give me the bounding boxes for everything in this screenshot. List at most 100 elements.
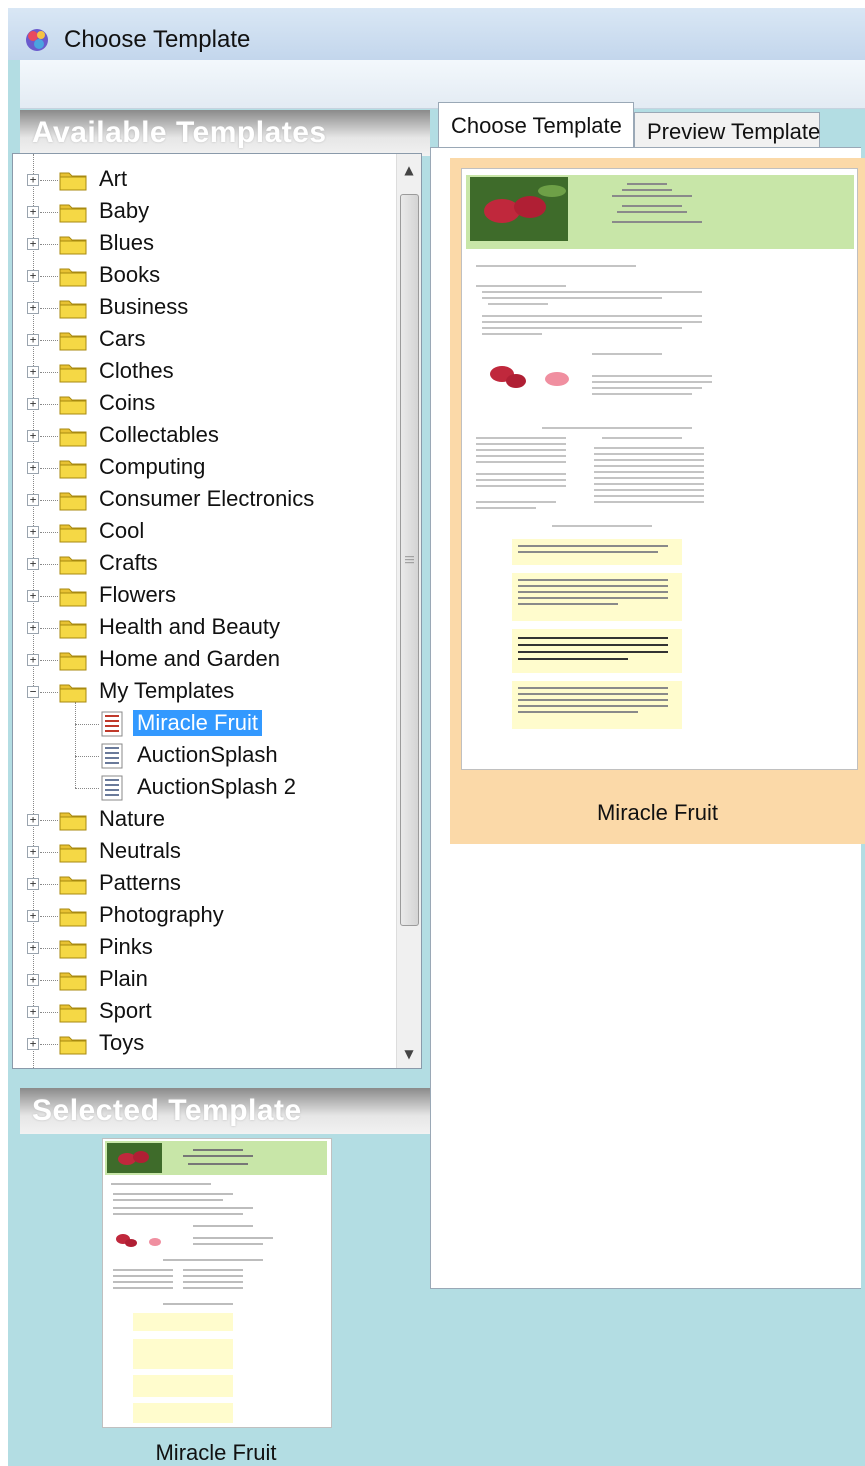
tree-folder[interactable]: + Flowers: [13, 580, 393, 612]
tree-folder[interactable]: + Baby: [13, 196, 393, 228]
tree-folder[interactable]: + Health and Beauty: [13, 612, 393, 644]
tree-folder[interactable]: + Cars: [13, 324, 393, 356]
folder-icon: [59, 553, 87, 575]
selected-template-caption: Miracle Fruit: [155, 1440, 277, 1465]
expand-icon[interactable]: +: [27, 974, 39, 986]
tree-folder[interactable]: + Neutrals: [13, 836, 393, 868]
window-title: Choose Template: [64, 26, 251, 53]
tree-template-item[interactable]: AuctionSplash: [13, 740, 393, 772]
tree-folder[interactable]: + Plain: [13, 964, 393, 996]
expand-icon[interactable]: +: [27, 302, 39, 314]
template-card-preview[interactable]: [461, 168, 858, 770]
tree-folder-label: Photography: [99, 902, 224, 927]
template-document-icon: [101, 775, 123, 801]
tree-connector: [40, 1044, 58, 1045]
tree-folder[interactable]: + Pinks: [13, 932, 393, 964]
tree-scrollbar[interactable]: ▲ — — — ▼: [396, 154, 421, 1068]
folder-icon: [59, 425, 87, 447]
folder-icon: [59, 201, 87, 223]
tree-folder[interactable]: + Coins: [13, 388, 393, 420]
tree-folder-label: Home and Garden: [99, 646, 280, 671]
tree-connector: [40, 532, 58, 533]
tab-preview-template[interactable]: Preview Template: [634, 112, 820, 148]
expand-icon[interactable]: +: [27, 654, 39, 666]
tree-folder-label: Toys: [99, 1030, 145, 1055]
tree-folder[interactable]: + Computing: [13, 452, 393, 484]
folder-icon: [59, 457, 87, 479]
folder-icon: [59, 873, 87, 895]
tree-connector: [40, 372, 58, 373]
scroll-thumb[interactable]: — — —: [400, 194, 419, 926]
expand-icon[interactable]: +: [27, 622, 39, 634]
expand-icon[interactable]: +: [27, 430, 39, 442]
expand-icon[interactable]: +: [27, 878, 39, 890]
tree-connector: [40, 852, 58, 853]
tree-folder-label: Books: [99, 262, 161, 287]
tree-folder[interactable]: + Sport: [13, 996, 393, 1028]
tree-template-item[interactable]: AuctionSplash 2: [13, 772, 393, 804]
tree-folder[interactable]: + Nature: [13, 804, 393, 836]
tree-folder-label: Crafts: [99, 550, 158, 575]
expand-icon[interactable]: +: [27, 366, 39, 378]
tree-template-item[interactable]: Miracle Fruit: [13, 708, 393, 740]
tree-folder[interactable]: + Crafts: [13, 548, 393, 580]
tree-folder[interactable]: + Toys: [13, 1028, 393, 1060]
tree-folder-label: Flowers: [99, 582, 177, 607]
expand-icon[interactable]: +: [27, 206, 39, 218]
expand-icon[interactable]: +: [27, 814, 39, 826]
tree-connector: [40, 884, 58, 885]
tree-folder[interactable]: + Blues: [13, 228, 393, 260]
collapse-icon[interactable]: −: [27, 686, 39, 698]
tree-folder-label: Pinks: [99, 934, 153, 959]
expand-icon[interactable]: +: [27, 942, 39, 954]
tree-folder[interactable]: + Books: [13, 260, 393, 292]
expand-icon[interactable]: +: [27, 846, 39, 858]
tree-folder[interactable]: + Collectables: [13, 420, 393, 452]
tree-folder[interactable]: + Consumer Electronics: [13, 484, 393, 516]
available-templates-title: Available Templates: [32, 116, 327, 149]
tree-folder[interactable]: + Photography: [13, 900, 393, 932]
tree-folder[interactable]: + Business: [13, 292, 393, 324]
tree-folder[interactable]: + Home and Garden: [13, 644, 393, 676]
expand-icon[interactable]: +: [27, 398, 39, 410]
tree-folder[interactable]: − My Templates: [13, 676, 393, 708]
tree-connector: [40, 628, 58, 629]
tree-connector: [40, 436, 58, 437]
expand-icon[interactable]: +: [27, 174, 39, 186]
template-tree[interactable]: ▲ — — — ▼ + Art + Baby + Blues + Books + Business + C…: [12, 153, 422, 1069]
expand-icon[interactable]: +: [27, 558, 39, 570]
expand-icon[interactable]: +: [27, 526, 39, 538]
tree-folder[interactable]: + Patterns: [13, 868, 393, 900]
expand-icon[interactable]: +: [27, 238, 39, 250]
tree-folder-label: Baby: [99, 198, 150, 223]
folder-icon: [59, 489, 87, 511]
folder-icon: [59, 617, 87, 639]
expand-icon[interactable]: +: [27, 910, 39, 922]
tree-connector: [40, 980, 58, 981]
tree-folder[interactable]: + Cool: [13, 516, 393, 548]
folder-icon: [59, 681, 87, 703]
expand-icon[interactable]: +: [27, 334, 39, 346]
folder-icon: [59, 585, 87, 607]
expand-icon[interactable]: +: [27, 590, 39, 602]
selected-template-header: Selected Template: [20, 1088, 430, 1134]
tree-folder-label: Nature: [99, 806, 166, 831]
tree-connector: [40, 468, 58, 469]
tree-connector: [75, 788, 99, 789]
folder-icon: [59, 1001, 87, 1023]
tree-template-label: Miracle Fruit: [133, 710, 263, 736]
tree-folder[interactable]: + Clothes: [13, 356, 393, 388]
expand-icon[interactable]: +: [27, 1038, 39, 1050]
folder-icon: [59, 521, 87, 543]
expand-icon[interactable]: +: [27, 462, 39, 474]
expand-icon[interactable]: +: [27, 1006, 39, 1018]
scroll-up-arrow-icon[interactable]: ▲: [397, 158, 421, 182]
expand-icon[interactable]: +: [27, 270, 39, 282]
tree-folder[interactable]: + Art: [13, 164, 393, 196]
tab-choose-template[interactable]: Choose Template: [438, 102, 634, 150]
folder-icon: [59, 297, 87, 319]
scroll-down-arrow-icon[interactable]: ▼: [397, 1042, 421, 1066]
expand-icon[interactable]: +: [27, 494, 39, 506]
tree-connector: [40, 916, 58, 917]
template-preview-image: [466, 175, 854, 729]
